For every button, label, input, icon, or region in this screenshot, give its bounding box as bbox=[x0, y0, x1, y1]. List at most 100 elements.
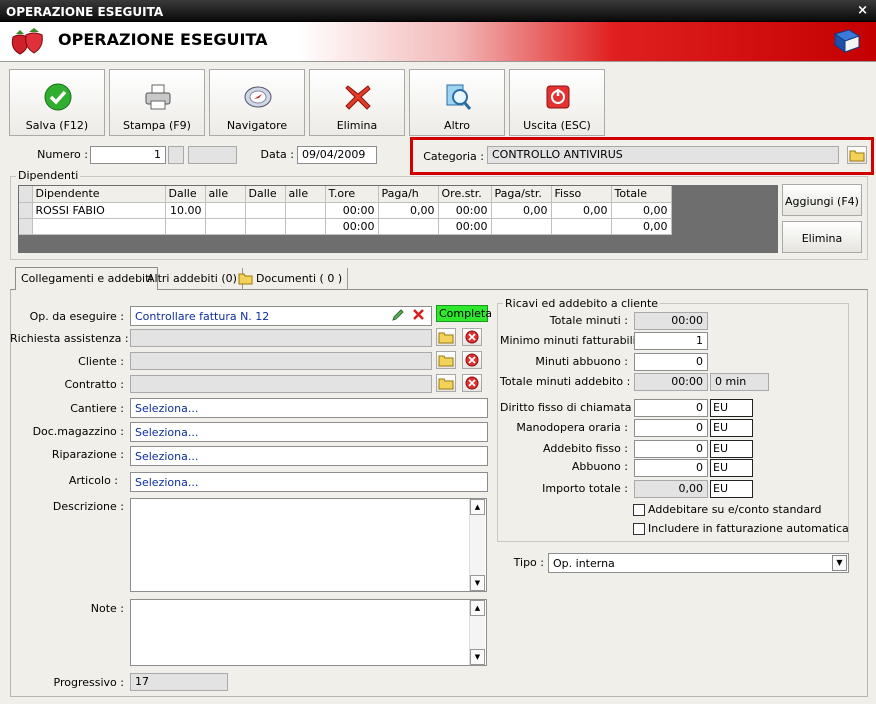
minimo-field[interactable]: 1 bbox=[634, 332, 708, 350]
table-row[interactable]: ROSSI FABIO 10.00 00:00 0,00 00:00 0,00 … bbox=[19, 202, 672, 219]
richiesta-field[interactable] bbox=[130, 329, 432, 347]
cell[interactable]: 00:00 bbox=[438, 218, 492, 235]
col-header: Ore.str. bbox=[438, 186, 492, 203]
header-banner: OPERAZIONE ESEGUITA bbox=[0, 22, 876, 62]
totale-minuti-field: 00:00 bbox=[634, 312, 708, 330]
descrizione-textarea[interactable] bbox=[130, 498, 487, 592]
add-employee-button[interactable]: Aggiungi (F4) bbox=[782, 184, 862, 216]
folder-icon bbox=[438, 378, 454, 390]
cell[interactable]: 0,00 bbox=[611, 218, 672, 235]
other-button[interactable]: Altro bbox=[409, 69, 505, 136]
chevron-down-icon[interactable]: ▼ bbox=[832, 555, 847, 571]
numero-label: Numero : bbox=[37, 148, 88, 161]
clear-icon[interactable] bbox=[412, 308, 425, 324]
dipendenti-table[interactable]: Dipendente Dalle alle Dalle alle T.ore P… bbox=[19, 186, 672, 235]
close-icon[interactable]: × bbox=[857, 3, 868, 18]
includere-checkbox[interactable] bbox=[633, 523, 645, 535]
table-row[interactable]: 00:00 00:00 0,00 bbox=[19, 218, 672, 235]
data-field[interactable]: 09/04/2009 bbox=[297, 146, 377, 164]
cell[interactable] bbox=[205, 202, 246, 219]
scroll-down-icon[interactable]: ▼ bbox=[470, 575, 485, 591]
printer-icon bbox=[145, 84, 171, 110]
col-header: Fisso bbox=[551, 186, 612, 203]
contratto-browse-button[interactable] bbox=[436, 374, 456, 392]
tipo-select[interactable]: Op. interna bbox=[548, 553, 849, 573]
save-button[interactable]: Salva (F12) bbox=[9, 69, 105, 136]
importo-currency: EU bbox=[710, 480, 753, 498]
cell[interactable] bbox=[491, 218, 552, 235]
navigator-button[interactable]: Navigatore bbox=[209, 69, 305, 136]
abbuono-field[interactable]: 0 bbox=[634, 459, 708, 477]
save-button-label: Salva (F12) bbox=[25, 119, 89, 132]
col-header: Totale bbox=[611, 186, 672, 203]
cantiere-field[interactable]: Seleziona... bbox=[130, 398, 488, 418]
scroll-down-icon[interactable]: ▼ bbox=[470, 649, 485, 665]
cell[interactable] bbox=[205, 218, 246, 235]
cell[interactable] bbox=[551, 218, 612, 235]
cell[interactable] bbox=[245, 218, 286, 235]
abbuono-min-field[interactable]: 0 bbox=[634, 353, 708, 371]
cell[interactable] bbox=[285, 218, 326, 235]
addebitare-checkbox[interactable] bbox=[633, 504, 645, 516]
cell[interactable]: 0,00 bbox=[491, 202, 552, 219]
articolo-field[interactable]: Seleziona... bbox=[130, 472, 488, 492]
descrizione-label: Descrizione : bbox=[52, 500, 124, 513]
cell[interactable] bbox=[245, 202, 286, 219]
richiesta-clear-button[interactable] bbox=[462, 328, 482, 346]
numero-field[interactable]: 1 bbox=[90, 146, 166, 164]
col-header: T.ore bbox=[325, 186, 379, 203]
cell[interactable]: 00:00 bbox=[325, 218, 379, 235]
other-button-label: Altro bbox=[444, 119, 470, 132]
remove-icon bbox=[465, 376, 479, 390]
dipendenti-title: Dipendenti bbox=[16, 169, 81, 182]
manodopera-field[interactable]: 0 bbox=[634, 419, 708, 437]
richiesta-browse-button[interactable] bbox=[436, 328, 456, 346]
cell[interactable]: 00:00 bbox=[438, 202, 492, 219]
abbuono-label: Abbuono : bbox=[571, 460, 628, 473]
tab-documenti[interactable]: Documenti ( 0 ) bbox=[251, 268, 349, 290]
strawberry-icon bbox=[11, 28, 43, 55]
ricavi-title: Ricavi ed addebito a cliente bbox=[503, 297, 661, 310]
contratto-label: Contratto : bbox=[64, 378, 124, 391]
cell[interactable]: 10.00 bbox=[165, 202, 206, 219]
pencil-icon[interactable] bbox=[391, 308, 405, 325]
note-textarea[interactable] bbox=[130, 599, 487, 666]
cell[interactable]: 0,00 bbox=[378, 202, 439, 219]
cell[interactable] bbox=[378, 218, 439, 235]
cell[interactable] bbox=[165, 218, 206, 235]
exit-button[interactable]: Uscita (ESC) bbox=[509, 69, 605, 136]
contratto-clear-button[interactable] bbox=[462, 374, 482, 392]
cliente-browse-button[interactable] bbox=[436, 351, 456, 369]
op-field[interactable]: Controllare fattura N. 12 bbox=[130, 306, 432, 326]
cell[interactable] bbox=[285, 202, 326, 219]
print-button[interactable]: Stampa (F9) bbox=[109, 69, 205, 136]
numero-suffix-field[interactable] bbox=[188, 146, 237, 164]
tot-addebito-label: Totale minuti addebito : bbox=[500, 375, 631, 388]
cell[interactable]: 0,00 bbox=[551, 202, 612, 219]
tab-altri-addebiti[interactable]: Altri addebiti (0) bbox=[142, 268, 243, 290]
cell[interactable]: 00:00 bbox=[325, 202, 379, 219]
scroll-up-icon[interactable]: ▲ bbox=[470, 499, 485, 515]
abbuono-currency: EU bbox=[710, 459, 753, 477]
contratto-field[interactable] bbox=[130, 375, 432, 393]
delete-employee-button[interactable]: Elimina bbox=[782, 221, 862, 253]
addebito-fisso-field[interactable]: 0 bbox=[634, 440, 708, 458]
scroll-up-icon[interactable]: ▲ bbox=[470, 600, 485, 616]
cell[interactable]: 0,00 bbox=[611, 202, 672, 219]
docmag-field[interactable]: Seleziona... bbox=[130, 422, 488, 442]
cliente-clear-button[interactable] bbox=[462, 351, 482, 369]
descrizione-scrollbar[interactable]: ▲ ▼ bbox=[469, 499, 485, 591]
diritto-field[interactable]: 0 bbox=[634, 399, 708, 417]
help-book-icon[interactable] bbox=[832, 28, 862, 54]
manodopera-label: Manodopera oraria : bbox=[516, 421, 628, 434]
includere-label: Includere in fatturazione automatica bbox=[648, 522, 849, 535]
cell[interactable] bbox=[32, 218, 166, 235]
cell[interactable]: ROSSI FABIO bbox=[32, 202, 166, 219]
importo-field: 0,00 bbox=[634, 480, 708, 498]
note-scrollbar[interactable]: ▲ ▼ bbox=[469, 600, 485, 665]
cliente-field[interactable] bbox=[130, 352, 432, 370]
riparazione-field[interactable]: Seleziona... bbox=[130, 446, 488, 466]
delete-button[interactable]: Elimina bbox=[309, 69, 405, 136]
tab-collegamenti[interactable]: Collegamenti e addebiti bbox=[15, 267, 159, 290]
numero-spin[interactable] bbox=[168, 146, 184, 164]
